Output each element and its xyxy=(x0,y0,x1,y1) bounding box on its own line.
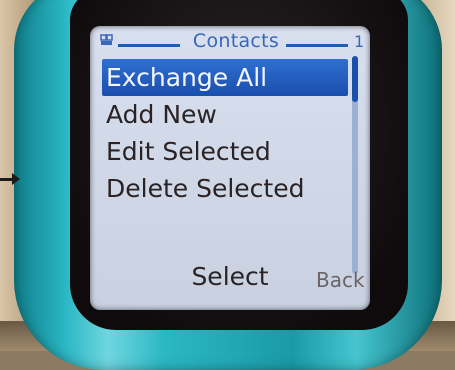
title-rule-right xyxy=(286,44,348,47)
scrollbar[interactable] xyxy=(352,56,358,274)
back-softkey[interactable]: Back xyxy=(316,268,365,292)
page-number: 1 xyxy=(354,32,365,51)
phone-screen: Contacts 1 Exchange All Add New Edit Sel… xyxy=(90,26,370,310)
select-softkey[interactable]: Select xyxy=(190,262,270,291)
scrollbar-thumb[interactable] xyxy=(352,56,358,102)
title-bar: Contacts 1 xyxy=(90,26,370,56)
menu-item-edit-selected[interactable]: Edit Selected xyxy=(102,133,348,170)
menu-item-delete-selected[interactable]: Delete Selected xyxy=(102,170,348,207)
title-rule-left xyxy=(118,44,180,47)
signal-icon xyxy=(100,34,113,45)
screen-title: Contacts xyxy=(192,30,280,52)
contacts-menu: Exchange All Add New Edit Selected Delet… xyxy=(102,59,348,207)
menu-item-add-new[interactable]: Add New xyxy=(102,96,348,133)
pointer-arrow-icon xyxy=(12,173,20,185)
menu-item-exchange-all[interactable]: Exchange All xyxy=(102,59,348,96)
